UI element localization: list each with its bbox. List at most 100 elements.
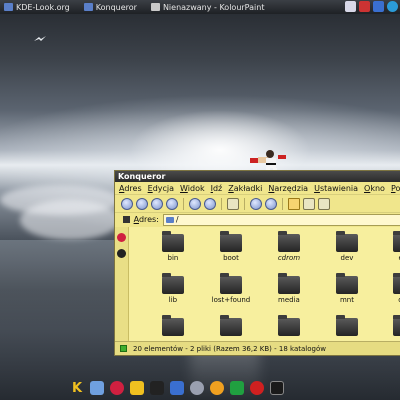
debian-icon[interactable] <box>117 233 126 242</box>
menu-ustawienia[interactable]: Ustawienia <box>312 184 362 193</box>
stop-icon[interactable] <box>250 381 264 395</box>
toolbar-separator <box>221 197 222 210</box>
detail-view-icon[interactable] <box>303 197 315 210</box>
menu-okno[interactable]: Okno <box>362 184 389 193</box>
folder-icon <box>277 231 300 252</box>
file-name: lib <box>168 296 178 304</box>
address-input[interactable]: / <box>162 213 400 226</box>
folder-icon <box>161 273 184 294</box>
icon-view-icon[interactable] <box>288 197 300 210</box>
mail-icon[interactable] <box>345 1 356 12</box>
file-name: boot <box>223 254 239 262</box>
top-panel: KDE-Look.org Konqueror Nienazwany - Kolo… <box>0 0 400 14</box>
game-icon[interactable] <box>230 381 244 395</box>
browser-icon <box>4 3 13 11</box>
task-kolourpaint[interactable]: Nienazwany - KolourPaint <box>147 1 269 13</box>
preview-icon[interactable] <box>318 197 330 210</box>
file-name: media <box>278 296 300 304</box>
file-name: lost+found <box>211 296 251 304</box>
file-name: bin <box>167 254 179 262</box>
file-item[interactable] <box>319 311 375 341</box>
sun-icon[interactable] <box>210 381 224 395</box>
file-item[interactable] <box>376 311 400 341</box>
network-icon[interactable] <box>170 381 184 395</box>
file-name: opt <box>376 296 400 304</box>
toolbar-separator <box>183 197 184 210</box>
folder-icon <box>219 273 242 294</box>
folder-icon <box>392 231 400 252</box>
folder-icon <box>392 315 400 336</box>
address-label: Adres: <box>133 215 159 224</box>
kde-menu-icon[interactable]: K <box>70 381 84 396</box>
task-label: Nienazwany - KolourPaint <box>162 2 265 12</box>
back-icon[interactable] <box>136 197 148 210</box>
bookmark-flag-icon <box>123 216 130 223</box>
status-bar: 20 elementów - 2 pliki (Razem 36,2 KB) -… <box>115 341 400 355</box>
forward-icon[interactable] <box>151 197 163 210</box>
eye-icon[interactable] <box>190 381 204 395</box>
broom-icon[interactable] <box>90 381 104 395</box>
cloud <box>20 200 120 240</box>
file-item[interactable] <box>203 311 259 341</box>
toolbar-separator <box>244 197 245 210</box>
terminal-icon[interactable] <box>270 381 284 395</box>
update-icon[interactable] <box>373 1 384 12</box>
menu-zakladki[interactable]: Zakładki <box>226 184 266 193</box>
stop-icon[interactable] <box>204 197 216 210</box>
folder-icon <box>335 231 358 252</box>
task-label: KDE-Look.org <box>16 2 70 12</box>
status-indicator-icon <box>120 345 127 352</box>
home-icon[interactable] <box>166 197 178 210</box>
bird-icon <box>34 36 46 41</box>
file-item[interactable] <box>145 311 201 341</box>
folder-icon <box>335 273 358 294</box>
file-item[interactable] <box>261 311 317 341</box>
menu-edycja[interactable]: Edycja <box>146 184 178 193</box>
folder-icon <box>219 315 242 336</box>
folder-icon <box>392 273 400 294</box>
toolbar-separator <box>282 197 283 210</box>
penguin-icon[interactable] <box>150 381 164 395</box>
debian-icon[interactable] <box>110 381 124 395</box>
network-icon[interactable] <box>359 1 370 12</box>
up-icon[interactable] <box>121 197 133 210</box>
tux-icon[interactable] <box>130 381 144 395</box>
menu-pomoc[interactable]: Pomoc <box>389 184 400 193</box>
main-area: bin boot cdrom dev etc lib lost+found me… <box>115 227 400 341</box>
konqueror-window: Konqueror Adres Edycja Widok Idź Zakładk… <box>114 170 400 356</box>
folder-icon <box>83 3 93 11</box>
folder-icon <box>335 315 358 336</box>
system-tray <box>345 1 398 12</box>
folder-icon <box>219 231 242 252</box>
folder-icon <box>277 315 300 336</box>
tux-icon[interactable] <box>117 249 126 258</box>
toolbar <box>115 194 400 213</box>
bottom-dock: K <box>70 378 284 398</box>
side-panel <box>115 227 129 341</box>
task-konqueror[interactable]: Konqueror <box>80 1 141 13</box>
folder-icon <box>161 315 184 336</box>
reload-icon[interactable] <box>189 197 201 210</box>
file-name: cdrom <box>277 254 301 262</box>
task-label: Konqueror <box>95 2 137 12</box>
folder-icon <box>161 231 184 252</box>
menu-bar: Adres Edycja Widok Idź Zakładki Narzędzi… <box>115 182 400 194</box>
window-title[interactable]: Konqueror <box>115 171 400 182</box>
task-kde-look[interactable]: KDE-Look.org <box>0 1 74 13</box>
paint-icon <box>150 3 160 11</box>
menu-adres[interactable]: Adres <box>117 184 146 193</box>
menu-narzedzia[interactable]: Narzędzia <box>266 184 312 193</box>
file-name: mnt <box>339 296 354 304</box>
print-icon[interactable] <box>227 197 239 210</box>
file-name: dev <box>340 254 354 262</box>
zoom-out-icon[interactable] <box>265 197 277 210</box>
folder-icon <box>277 273 300 294</box>
menu-idz[interactable]: Idź <box>209 184 227 193</box>
menu-widok[interactable]: Widok <box>178 184 209 193</box>
address-value: / <box>175 214 179 224</box>
address-bar: Adres: / <box>115 213 400 226</box>
zoom-in-icon[interactable] <box>250 197 262 210</box>
globe-icon[interactable] <box>387 1 398 12</box>
folder-icon <box>165 216 174 223</box>
file-name: etc <box>376 254 400 262</box>
